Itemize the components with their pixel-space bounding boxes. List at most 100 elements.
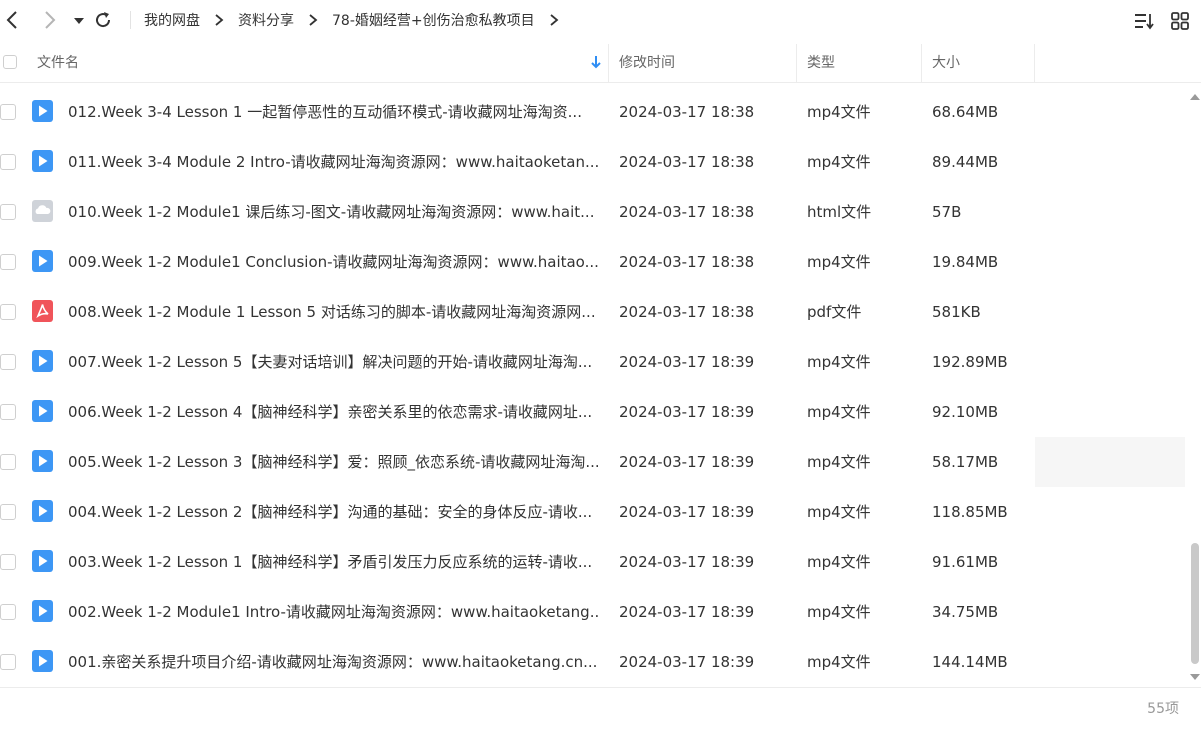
file-type: html文件 (807, 203, 872, 221)
table-row[interactable]: 009.Week 1-2 Module1 Conclusion-请收藏网址海淘资… (0, 237, 1190, 287)
file-type: mp4文件 (807, 153, 871, 171)
file-type: pdf文件 (807, 303, 862, 321)
chevron-right-icon[interactable] (549, 14, 559, 26)
row-checkbox[interactable] (0, 604, 16, 620)
row-checkbox[interactable] (0, 354, 16, 370)
table-row[interactable]: 002.Week 1-2 Module1 Intro-请收藏网址海淘资源网：ww… (0, 587, 1190, 637)
file-type: mp4文件 (807, 353, 871, 371)
scroll-up-arrow-icon[interactable] (1189, 88, 1201, 100)
file-name[interactable]: 008.Week 1-2 Module 1 Lesson 5 对话练习的脚本-请… (68, 287, 598, 337)
table-row[interactable]: 007.Week 1-2 Lesson 5【夫妻对话培训】解决问题的开始-请收藏… (0, 337, 1190, 387)
table-header: 文件名 修改时间 类型 大小 (0, 44, 1201, 83)
row-checkbox[interactable] (0, 404, 16, 420)
table-row[interactable]: 003.Week 1-2 Lesson 1【脑神经科学】矛盾引发压力反应系统的运… (0, 537, 1190, 587)
row-checkbox[interactable] (0, 554, 16, 570)
table-row[interactable]: 005.Week 1-2 Lesson 3【脑神经科学】爱：照顾_依恋系统-请收… (0, 437, 1190, 487)
file-name[interactable]: 010.Week 1-2 Module1 课后练习-图文-请收藏网址海淘资源网：… (68, 187, 598, 237)
video-file-icon (32, 600, 53, 622)
file-type: mp4文件 (807, 403, 871, 421)
column-divider[interactable] (1034, 44, 1035, 82)
file-name[interactable]: 005.Week 1-2 Lesson 3【脑神经科学】爱：照顾_依恋系统-请收… (68, 437, 598, 487)
column-divider[interactable] (921, 44, 922, 82)
select-all-checkbox[interactable] (3, 55, 17, 69)
file-type: mp4文件 (807, 103, 871, 121)
table-row[interactable]: 012.Week 3-4 Lesson 1 一起暂停恶性的互动循环模式-请收藏网… (0, 87, 1190, 137)
file-size: 19.84MB (932, 253, 999, 271)
row-checkbox[interactable] (0, 504, 16, 520)
breadcrumb: 我的网盘 资料分享 78-婚姻经营+创伤治愈私教项目 (144, 0, 573, 40)
file-name[interactable]: 006.Week 1-2 Lesson 4【脑神经科学】亲密关系里的依恋需求-请… (68, 387, 598, 437)
file-size: 92.10MB (932, 403, 999, 421)
column-header-modified[interactable]: 修改时间 (619, 44, 675, 82)
refresh-button[interactable] (92, 9, 114, 31)
column-header-name[interactable]: 文件名 (37, 44, 79, 82)
file-size: 57B (932, 203, 962, 221)
toolbar: 我的网盘 资料分享 78-婚姻经营+创伤治愈私教项目 (0, 0, 1201, 40)
file-date: 2024-03-17 18:38 (619, 203, 755, 221)
row-checkbox[interactable] (0, 454, 16, 470)
chevron-right-icon (45, 11, 56, 29)
scrollbar-thumb[interactable] (1191, 543, 1199, 664)
column-divider[interactable] (608, 44, 609, 82)
chevron-left-icon (6, 11, 17, 29)
file-size: 581KB (932, 303, 981, 321)
file-name[interactable]: 004.Week 1-2 Lesson 2【脑神经科学】沟通的基础：安全的身体反… (68, 487, 598, 537)
file-name[interactable]: 009.Week 1-2 Module1 Conclusion-请收藏网址海淘资… (68, 237, 598, 287)
file-name[interactable]: 011.Week 3-4 Module 2 Intro-请收藏网址海淘资源网：w… (68, 137, 598, 187)
forward-button[interactable] (38, 9, 60, 31)
scroll-down-arrow-icon[interactable] (1189, 668, 1201, 680)
grid-view-button[interactable] (1169, 10, 1191, 32)
file-date: 2024-03-17 18:39 (619, 503, 755, 521)
file-date: 2024-03-17 18:39 (619, 553, 755, 571)
history-dropdown-button[interactable] (68, 9, 90, 31)
column-divider[interactable] (796, 44, 797, 82)
breadcrumb-item[interactable]: 我的网盘 (144, 10, 200, 30)
file-date: 2024-03-17 18:39 (619, 453, 755, 471)
row-checkbox[interactable] (0, 304, 16, 320)
file-type: mp4文件 (807, 603, 871, 621)
file-type: mp4文件 (807, 253, 871, 271)
row-checkbox[interactable] (0, 254, 16, 270)
video-file-icon (32, 100, 53, 122)
table-row[interactable]: 004.Week 1-2 Lesson 2【脑神经科学】沟通的基础：安全的身体反… (0, 487, 1190, 537)
chevron-right-icon (308, 14, 318, 26)
breadcrumb-item-current[interactable]: 78-婚姻经营+创伤治愈私教项目 (332, 10, 535, 30)
file-type: mp4文件 (807, 453, 871, 471)
chevron-right-icon (214, 14, 224, 26)
file-name[interactable]: 003.Week 1-2 Lesson 1【脑神经科学】矛盾引发压力反应系统的运… (68, 537, 598, 587)
table-row[interactable]: 006.Week 1-2 Lesson 4【脑神经科学】亲密关系里的依恋需求-请… (0, 387, 1190, 437)
breadcrumb-item[interactable]: 资料分享 (238, 10, 294, 30)
table-row[interactable]: 011.Week 3-4 Module 2 Intro-请收藏网址海淘资源网：w… (0, 137, 1190, 187)
file-date: 2024-03-17 18:39 (619, 603, 755, 621)
file-name[interactable]: 001.亲密关系提升项目介绍-请收藏网址海淘资源网：www.haitaoketa… (68, 637, 598, 687)
row-checkbox[interactable] (0, 204, 16, 220)
grid-view-icon (1171, 12, 1189, 30)
video-file-icon (32, 450, 53, 472)
file-name[interactable]: 002.Week 1-2 Module1 Intro-请收藏网址海淘资源网：ww… (68, 587, 598, 637)
file-size: 89.44MB (932, 153, 999, 171)
file-name[interactable]: 012.Week 3-4 Lesson 1 一起暂停恶性的互动循环模式-请收藏网… (68, 87, 598, 137)
table-row[interactable]: 010.Week 1-2 Module1 课后练习-图文-请收藏网址海淘资源网：… (0, 187, 1190, 237)
sort-button[interactable] (1133, 10, 1155, 32)
column-header-size[interactable]: 大小 (932, 44, 960, 82)
toolbar-divider (130, 11, 131, 29)
file-type: mp4文件 (807, 553, 871, 571)
file-date: 2024-03-17 18:39 (619, 403, 755, 421)
column-header-type[interactable]: 类型 (807, 44, 835, 82)
video-file-icon (32, 550, 53, 572)
row-checkbox[interactable] (0, 154, 16, 170)
back-button[interactable] (2, 9, 24, 31)
file-type: mp4文件 (807, 653, 871, 671)
file-name[interactable]: 007.Week 1-2 Lesson 5【夫妻对话培训】解决问题的开始-请收藏… (68, 337, 598, 387)
table-row[interactable]: 001.亲密关系提升项目介绍-请收藏网址海淘资源网：www.haitaoketa… (0, 637, 1190, 687)
table-row[interactable]: 008.Week 1-2 Module 1 Lesson 5 对话练习的脚本-请… (0, 287, 1190, 337)
row-checkbox[interactable] (0, 104, 16, 120)
sort-arrow-down-icon[interactable] (590, 55, 602, 73)
video-file-icon (32, 400, 53, 422)
video-file-icon (32, 350, 53, 372)
file-size: 144.14MB (932, 653, 1008, 671)
caret-down-icon (74, 18, 84, 24)
file-date: 2024-03-17 18:38 (619, 103, 755, 121)
row-checkbox[interactable] (0, 654, 16, 670)
refresh-icon (96, 12, 111, 28)
